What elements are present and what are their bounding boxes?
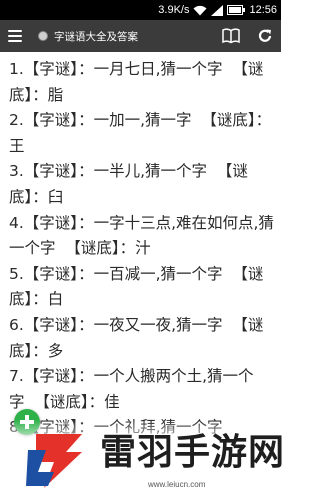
refresh-icon[interactable] [256,27,274,49]
riddle-item: 2.【字谜】：一加一,猜一字 【谜底】：王 [9,108,281,159]
riddle-item: 5.【字谜】：一百减一,猜一个字 【谜底】：白 [9,262,281,313]
riddle-answer: ：脂 [32,85,64,104]
riddle-answer-tag: 【谜底】 [201,111,256,130]
leiyu-logo [26,434,82,488]
riddle-number: 5. [9,264,24,283]
app-bar: 字谜语大全及答案 [0,20,281,52]
riddle-number: 4. [9,213,24,232]
watermark: 雷羽手游网 www.leiucn.com [0,420,284,500]
riddle-item: 6.【字谜】：一夜又一夜,猜一字 【谜底】：多 [9,313,281,364]
riddle-answer: ：汁 [119,239,151,258]
status-bar: 3.9K/s 12:56 [0,0,281,20]
riddle-number: 6. [9,315,24,334]
riddle-number: 3. [9,162,24,181]
riddle-question: ：一月七日,猜一个字 [78,60,223,78]
riddle-number: 2. [9,111,24,130]
riddle-item: 4.【字谜】：一字十三点,难在如何点,猜一个字 【谜底】：汁 [9,211,281,262]
riddle-answer-tag: 【谜底】 [34,392,89,411]
watermark-url: www.leiucn.com [148,480,206,489]
wifi-icon [193,5,207,16]
riddle-answer: ：佳 [88,392,120,411]
riddle-question-tag: 【字谜】 [23,60,79,78]
riddle-answer-tag: 【谜底】 [65,239,120,258]
riddle-answer: ：臼 [32,187,64,206]
page-title: 字谜语大全及答案 [54,30,138,43]
riddle-item: 1.【字谜】：一月七日,猜一个字 【谜底】：脂 [9,57,281,108]
riddle-question: ：一半儿,猜一个字 [78,162,207,181]
battery-icon [227,5,246,15]
riddle-number: 7. [9,367,24,386]
clock: 12:56 [249,4,277,16]
menu-icon [8,30,22,32]
riddle-question-tag: 【字谜】 [23,111,79,130]
riddle-question: ：一百减一,猜一个字 [78,264,223,283]
riddle-list: 1.【字谜】：一月七日,猜一个字 【谜底】：脂 2.【字谜】：一加一,猜一字 【谜… [9,57,281,441]
signal-icon [211,4,224,16]
book-icon[interactable] [222,28,240,48]
riddle-question: ：一加一,猜一字 [78,111,192,130]
riddle-item: 3.【字谜】：一半儿,猜一个字 【谜底】：臼 [9,159,281,210]
riddle-item: 7.【字谜】：一个人搬两个土,猜一个字 【谜底】：佳 [9,364,281,415]
riddle-number: 1. [9,60,24,78]
globe-icon [38,31,48,41]
network-speed: 3.9K/s [158,4,190,16]
riddle-question-tag: 【字谜】 [23,213,79,232]
riddle-answer: ：白 [32,290,64,309]
riddle-question-tag: 【字谜】 [23,264,79,283]
riddle-question-tag: 【字谜】 [23,315,79,334]
riddle-question-tag: 【字谜】 [23,162,79,181]
watermark-text: 雷羽手游网 [100,432,286,473]
riddle-question-tag: 【字谜】 [23,367,79,386]
page-title-group: 字谜语大全及答案 [38,20,138,52]
status-indicators: 3.9K/s 12:56 [158,0,277,20]
riddle-answer: ：多 [32,341,64,360]
riddle-question: ：一夜又一夜,猜一字 [78,315,223,334]
menu-button[interactable] [6,27,24,45]
